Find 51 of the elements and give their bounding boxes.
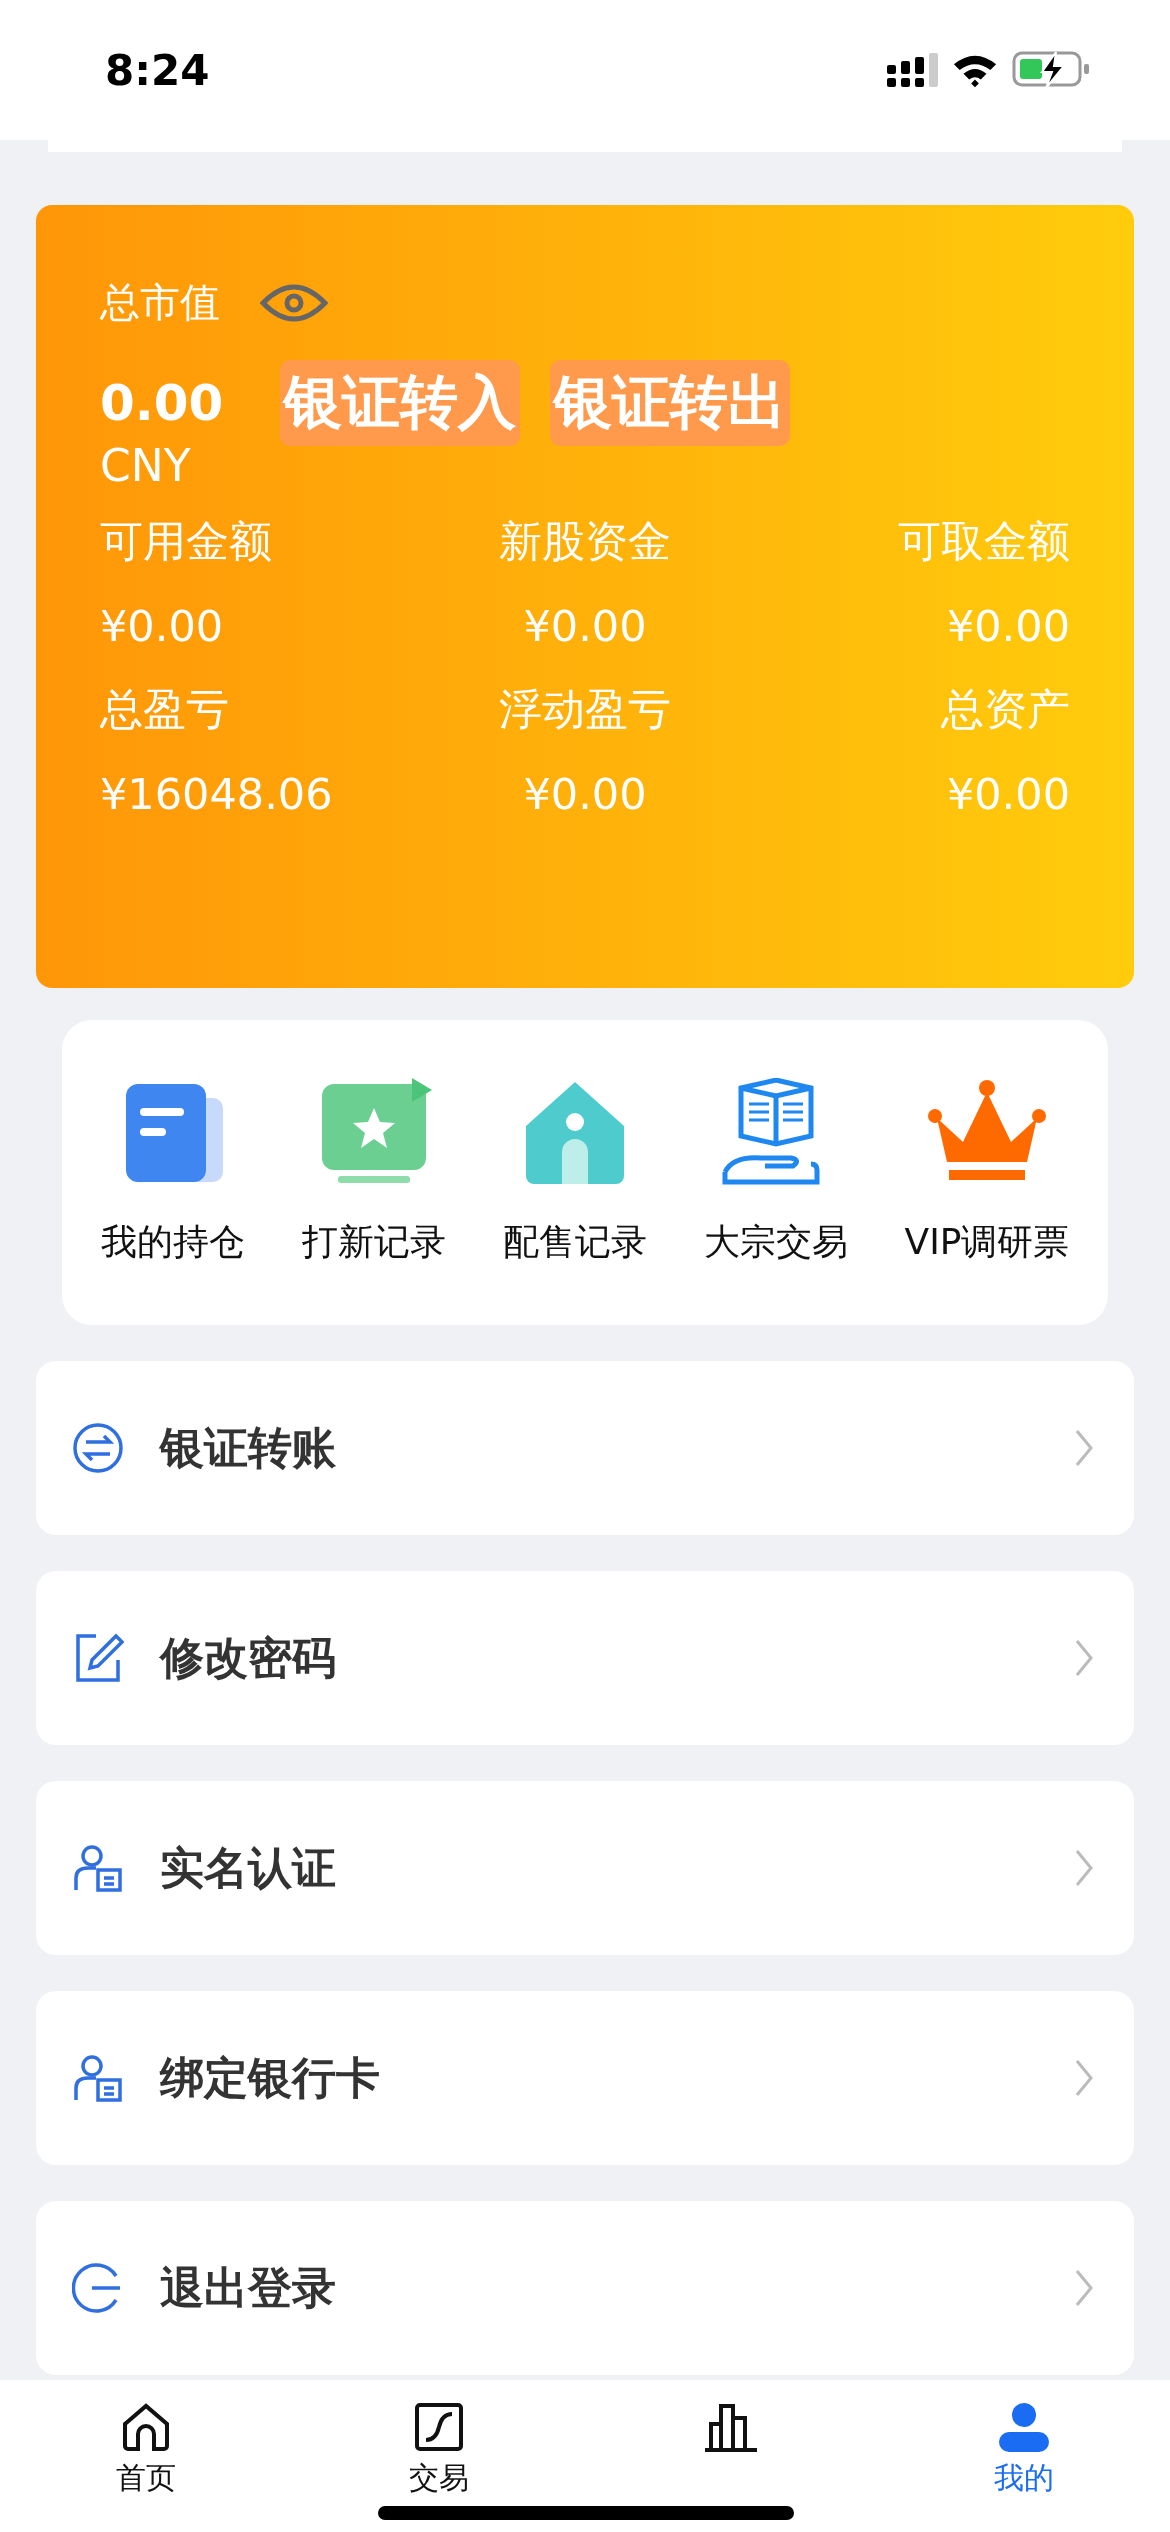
menu-item[interactable]: 修改密码 (36, 1571, 1134, 1745)
stat-value: ¥0.00 (522, 769, 648, 819)
total-value-amount: 0.00 (100, 374, 225, 432)
shortcut-label[interactable]: 我的持仓 (100, 1218, 245, 1267)
stat-label: 新股资金 (498, 515, 672, 568)
home-icon (121, 2402, 172, 2452)
menu-label: 修改密码 (160, 1630, 337, 1685)
total-value-label: 总市值 (100, 278, 220, 327)
tab[interactable]: 首页 (66, 2402, 227, 2532)
shortcut-label[interactable]: VIP调研票 (904, 1218, 1070, 1267)
curve-chart-icon (413, 2402, 464, 2452)
stat-label: 浮动盈亏 (498, 683, 672, 736)
shortcut-label[interactable]: 打新记录 (301, 1218, 446, 1267)
stat-value: ¥16048.06 (100, 769, 334, 819)
stat-label: 可用金额 (100, 515, 273, 568)
signal-icon (887, 53, 938, 87)
menu-item[interactable]: 绑定银行卡 (36, 1991, 1134, 2165)
shortcut-label[interactable]: 配售记录 (502, 1218, 647, 1267)
menu-item[interactable]: 银证转账 (36, 1361, 1134, 1535)
menu-label: 实名认证 (160, 1840, 337, 1895)
stat-value: ¥0.00 (945, 601, 1070, 651)
chevron-icon (1074, 2268, 1094, 2308)
tab[interactable]: 我的 (943, 2402, 1104, 2532)
menu-label: 退出登录 (160, 2260, 337, 2315)
menu-item[interactable]: 退出登录 (36, 2201, 1134, 2375)
stat-value: ¥0.00 (945, 769, 1070, 819)
person-card-icon (72, 2052, 124, 2104)
chevron-icon (1074, 1848, 1094, 1888)
tab-label: 我的 (993, 2459, 1054, 2497)
stat-label: 总资产 (940, 683, 1070, 736)
menu-item[interactable]: 实名认证 (36, 1781, 1134, 1955)
tab-label: 首页 (116, 2459, 177, 2497)
shortcut-label[interactable]: 大宗交易 (703, 1218, 848, 1267)
menu-label: 银证转账 (160, 1420, 337, 1475)
stat-label: 可取金额 (897, 515, 1070, 568)
person-icon (996, 2402, 1051, 2452)
stat-label: 总盈亏 (100, 683, 230, 736)
chevron-icon (1074, 1638, 1094, 1678)
tab-label: 交易 (408, 2459, 469, 2497)
person-card-icon (72, 1842, 124, 1894)
tab[interactable]: 交易 (358, 2402, 519, 2532)
battery-icon (1012, 51, 1090, 89)
status-time: 8:24 (105, 45, 210, 95)
bar-chart-icon (703, 2402, 760, 2452)
stat-value: ¥0.00 (100, 601, 225, 651)
stat-value: ¥0.00 (522, 601, 648, 651)
currency-label: CNY (100, 440, 192, 491)
chevron-icon (1074, 1428, 1094, 1468)
transfer-icon (72, 1422, 124, 1474)
menu-label: 绑定银行卡 (160, 2050, 381, 2105)
chevron-icon (1074, 2058, 1094, 2098)
